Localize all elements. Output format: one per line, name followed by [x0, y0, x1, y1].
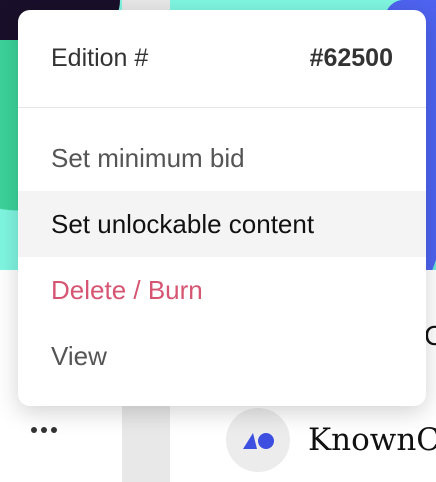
creator-row[interactable]: KnownC: [226, 408, 436, 472]
edition-label: Edition #: [51, 44, 149, 72]
more-options-button[interactable]: [24, 414, 64, 446]
menu-item-delete-burn[interactable]: Delete / Burn: [18, 257, 426, 323]
edition-options-menu: Edition # #62500 Set minimum bid Set unl…: [18, 10, 426, 406]
edition-number: #62500: [309, 44, 393, 72]
menu-item-view[interactable]: View: [18, 323, 426, 389]
creator-name[interactable]: KnownC: [308, 422, 436, 458]
menu-item-set-minimum-bid[interactable]: Set minimum bid: [18, 125, 426, 191]
menu-item-set-unlockable-content[interactable]: Set unlockable content: [18, 191, 426, 257]
ellipsis-icon: [31, 427, 37, 433]
avatar[interactable]: [226, 408, 290, 472]
creator-logo-icon: [243, 433, 274, 449]
ellipsis-icon: [41, 427, 47, 433]
ellipsis-icon: [51, 427, 57, 433]
menu-header: Edition # #62500: [18, 10, 426, 108]
menu-items: Set minimum bid Set unlockable content D…: [18, 108, 426, 389]
